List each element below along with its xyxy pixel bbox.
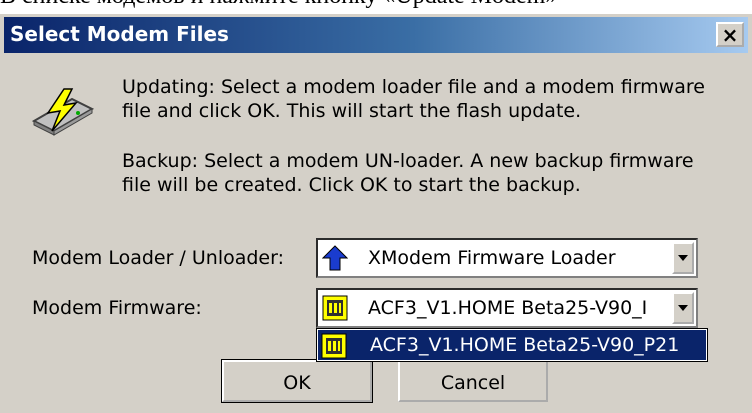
ok-button[interactable]: OK bbox=[221, 359, 373, 403]
cancel-button[interactable]: Cancel bbox=[398, 360, 548, 402]
dropdown-item-label: ACF3_V1.HOME Beta25-V90_P21 bbox=[370, 334, 680, 356]
loader-value: XModem Firmware Loader bbox=[368, 247, 616, 269]
background-page-text: В списке модемов и нажмите кнопку «Updat… bbox=[0, 0, 752, 10]
backup-instructions: Backup: Select a modem UN-loader. A new … bbox=[122, 150, 694, 196]
updating-instructions: Updating: Select a modem loader file and… bbox=[122, 76, 705, 122]
title-bar[interactable]: Select Modem Files × bbox=[4, 17, 748, 53]
dialog-title: Select Modem Files bbox=[10, 22, 229, 46]
firmware-dropdown-list: ACF3_V1.HOME Beta25-V90_P21 bbox=[316, 328, 708, 362]
modem-flash-icon bbox=[31, 88, 95, 136]
loader-select[interactable]: XModem Firmware Loader bbox=[316, 238, 698, 278]
blue-up-arrow-icon bbox=[322, 245, 348, 271]
firmware-select[interactable]: ACF3_V1.HOME Beta25-V90_I bbox=[316, 288, 698, 328]
firmware-dropdown-button[interactable] bbox=[672, 292, 694, 324]
close-button[interactable]: × bbox=[716, 22, 744, 47]
chevron-down-icon bbox=[678, 255, 688, 261]
dropdown-item-firmware[interactable]: ACF3_V1.HOME Beta25-V90_P21 bbox=[318, 330, 706, 360]
firmware-value: ACF3_V1.HOME Beta25-V90_I bbox=[368, 297, 648, 319]
loader-dropdown-button[interactable] bbox=[672, 242, 694, 274]
chip-icon bbox=[321, 333, 347, 359]
select-modem-files-dialog: Select Modem Files × Updating: Select a … bbox=[0, 14, 752, 413]
firmware-label: Modem Firmware: bbox=[32, 297, 202, 319]
chevron-down-icon bbox=[678, 305, 688, 311]
loader-label: Modem Loader / Unloader: bbox=[32, 247, 285, 269]
chip-icon bbox=[322, 295, 348, 321]
